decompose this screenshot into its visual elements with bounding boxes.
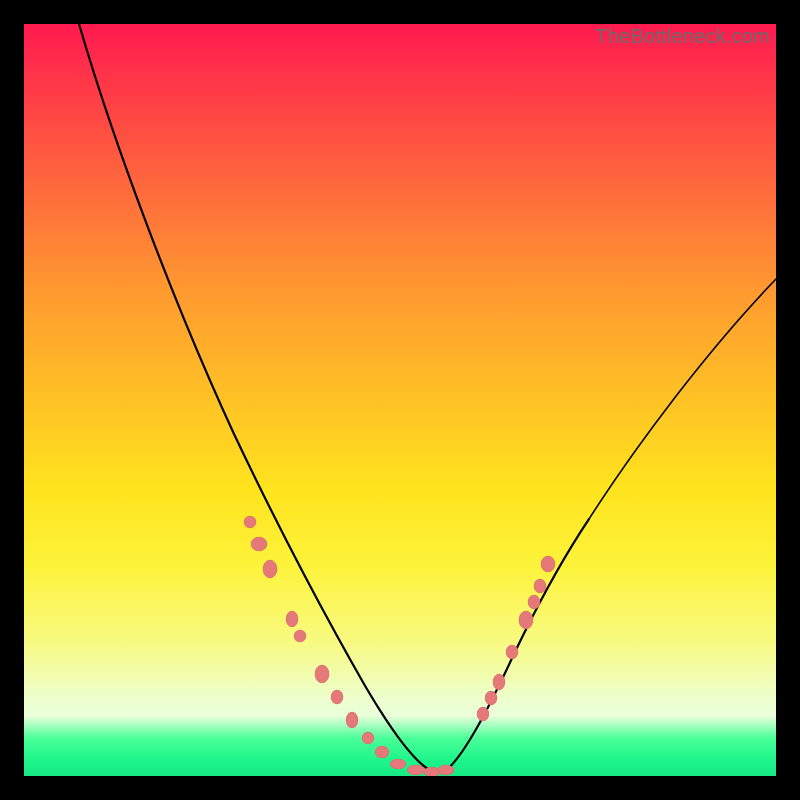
left-curve: [79, 24, 434, 772]
scatter-dots: [244, 516, 555, 776]
bottleneck-chart: [24, 24, 776, 776]
right-curve-lower: [444, 519, 589, 772]
chart-area: TheBottleneck.com: [24, 24, 776, 776]
right-curve-upper: [589, 279, 776, 519]
watermark-text: TheBottleneck.com: [595, 26, 770, 49]
